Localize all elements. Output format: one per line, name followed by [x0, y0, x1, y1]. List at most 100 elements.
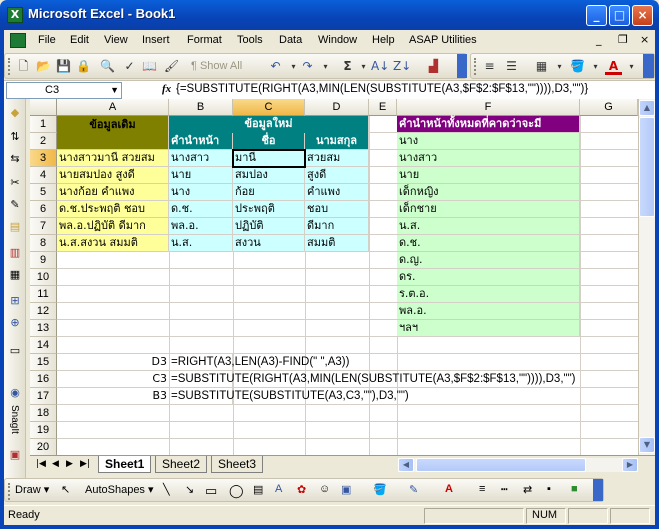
cell-b7[interactable]: พล.อ. — [169, 218, 233, 235]
scroll-right-icon[interactable]: ▶ — [622, 458, 638, 472]
row-header-8[interactable]: 8 — [30, 235, 57, 252]
cell-a1[interactable]: ข้อมูลเดิม — [57, 116, 169, 150]
horizontal-scroll-thumb[interactable] — [416, 458, 586, 472]
sort-ascending-icon[interactable]: A↓ — [371, 58, 389, 75]
align-center-icon[interactable]: ≡ — [481, 58, 498, 75]
cell-f5[interactable]: เด็กหญิง — [397, 184, 580, 201]
tab-sheet2[interactable]: Sheet2 — [155, 456, 208, 473]
tool-icon-11[interactable]: ▭ — [7, 343, 23, 359]
row-header-13[interactable]: 13 — [30, 320, 57, 337]
shadow-style-icon[interactable]: ▪ — [547, 483, 551, 495]
cell-b8[interactable]: น.ส. — [169, 235, 233, 252]
snagit-icon[interactable]: ◉ — [7, 385, 23, 401]
cell-f11[interactable]: ร.ต.อ. — [397, 286, 580, 303]
sort-descending-icon[interactable]: Z↓ — [393, 58, 411, 75]
tab-sheet1[interactable]: Sheet1 — [98, 456, 152, 473]
tool-icon-8[interactable]: ▦ — [7, 267, 23, 283]
row-header-17[interactable]: 17 — [30, 388, 57, 405]
column-header-d[interactable]: D — [305, 99, 369, 116]
scroll-down-icon[interactable]: ▼ — [639, 437, 655, 453]
cell-f1[interactable]: คำนำหน้าทั้งหมดที่คาดว่าจะมี — [397, 116, 580, 133]
column-header-e[interactable]: E — [369, 99, 397, 116]
line-icon[interactable]: ╲ — [163, 483, 170, 496]
cell-f13[interactable]: ฯลฯ — [397, 320, 580, 337]
spelling-icon[interactable]: ✓ — [121, 58, 138, 75]
oval-icon[interactable]: ◯ — [229, 483, 244, 499]
cell-b2[interactable]: คำนำหน้า — [169, 133, 233, 150]
maximize-button[interactable]: □ — [609, 5, 630, 26]
align-justify-icon[interactable]: ☰ — [503, 58, 520, 75]
menu-file[interactable]: File — [38, 34, 56, 46]
cell-f2[interactable]: นาง — [397, 133, 580, 150]
tool-icon-2[interactable]: ⇅ — [7, 129, 23, 145]
cell-a4[interactable]: นายสมปอง สูงดี — [57, 167, 169, 184]
doc-restore-icon[interactable]: ❐ — [618, 33, 628, 46]
cell-d5[interactable]: คำแพง — [305, 184, 369, 201]
research-icon[interactable]: 📖 — [141, 58, 158, 75]
tool-icon-6[interactable]: ▤ — [7, 219, 23, 235]
cell-a7[interactable]: พล.อ.ปฏิบัติ ดีมาก — [57, 218, 169, 235]
column-header-b[interactable]: B — [169, 99, 233, 116]
doc-close-icon[interactable]: × — [640, 33, 649, 46]
note-formula-d3[interactable]: =RIGHT(A3,LEN(A3)-FIND(" ",A3)) — [169, 354, 349, 371]
tool-icon-3[interactable]: ⇆ — [7, 151, 23, 167]
rectangle-icon[interactable]: ▭ — [205, 483, 217, 499]
cell-c6[interactable]: ประพฤติ — [233, 201, 305, 218]
horizontal-scrollbar[interactable]: ◀ ▶ — [398, 458, 638, 472]
menu-window[interactable]: Window — [318, 34, 357, 46]
last-sheet-icon[interactable]: ▶| — [80, 459, 90, 469]
row-header-9[interactable]: 9 — [30, 252, 57, 269]
font-color-icon[interactable]: A — [605, 58, 622, 75]
new-icon[interactable]: 🗋 — [15, 58, 32, 75]
fill-color-icon[interactable]: 🪣 — [569, 58, 586, 75]
textbox-icon[interactable]: ▤ — [253, 483, 263, 496]
clipart-icon[interactable]: ☺ — [319, 483, 330, 495]
select-all-corner[interactable] — [30, 99, 57, 116]
select-objects-icon[interactable]: ↖ — [61, 483, 70, 496]
vertical-scroll-thumb[interactable] — [639, 117, 655, 217]
cell-c2[interactable]: ชื่อ — [233, 133, 305, 150]
column-header-c[interactable]: C — [233, 99, 305, 116]
tool-icon-13[interactable]: ▣ — [7, 447, 23, 463]
drawing-toolbar-grip[interactable] — [8, 483, 11, 500]
row-header-11[interactable]: 11 — [30, 286, 57, 303]
row-header-2[interactable]: 2 — [30, 133, 57, 150]
tab-sheet3[interactable]: Sheet3 — [211, 456, 264, 473]
cell-b6[interactable]: ด.ช. — [169, 201, 233, 218]
menu-tools[interactable]: Tools — [237, 34, 263, 46]
row-header-5[interactable]: 5 — [30, 184, 57, 201]
name-box-dropdown-icon[interactable]: ▼ — [110, 83, 119, 98]
cell-f3[interactable]: นางสาว — [397, 150, 580, 167]
cell-f4[interactable]: นาย — [397, 167, 580, 184]
name-box[interactable]: C3 ▼ — [6, 82, 122, 99]
asap-utilities-icon[interactable]: ◆ — [7, 105, 23, 121]
menu-format[interactable]: Format — [187, 34, 222, 46]
row-header-6[interactable]: 6 — [30, 201, 57, 218]
doc-minimize-icon[interactable]: _ — [596, 33, 602, 46]
scroll-left-icon[interactable]: ◀ — [398, 458, 414, 472]
tool-icon-9[interactable]: ⊞ — [7, 293, 23, 309]
insert-function-icon[interactable]: fx — [162, 83, 171, 95]
menu-view[interactable]: View — [104, 34, 128, 46]
cell-d7[interactable]: ดีมาก — [305, 218, 369, 235]
workbook-icon[interactable] — [10, 33, 26, 48]
fill-color-draw-icon[interactable]: 🪣 — [373, 483, 387, 496]
scroll-up-icon[interactable]: ▲ — [639, 100, 655, 116]
row-header-12[interactable]: 12 — [30, 303, 57, 320]
row-header-18[interactable]: 18 — [30, 405, 57, 422]
cell-f12[interactable]: พล.อ. — [397, 303, 580, 320]
redo-icon[interactable]: ↷ — [299, 58, 316, 75]
cell-d4[interactable]: สูงดี — [305, 167, 369, 184]
row-header-20[interactable]: 20 — [30, 439, 57, 455]
row-header-10[interactable]: 10 — [30, 269, 57, 286]
font-color-dropdown-icon[interactable]: ▾ — [623, 58, 640, 75]
autosum-icon[interactable]: Σ — [339, 58, 356, 75]
tool-icon-7[interactable]: ▥ — [7, 245, 23, 261]
cell-a5[interactable]: นางก้อย คำแพง — [57, 184, 169, 201]
menu-help[interactable]: Help — [372, 34, 395, 46]
format-toolbar-options-icon[interactable] — [643, 54, 654, 78]
toolbar-grip[interactable] — [8, 58, 11, 75]
font-color-draw-icon[interactable]: A — [445, 483, 453, 495]
cell-b5[interactable]: นาง — [169, 184, 233, 201]
column-header-a[interactable]: A — [57, 99, 169, 116]
